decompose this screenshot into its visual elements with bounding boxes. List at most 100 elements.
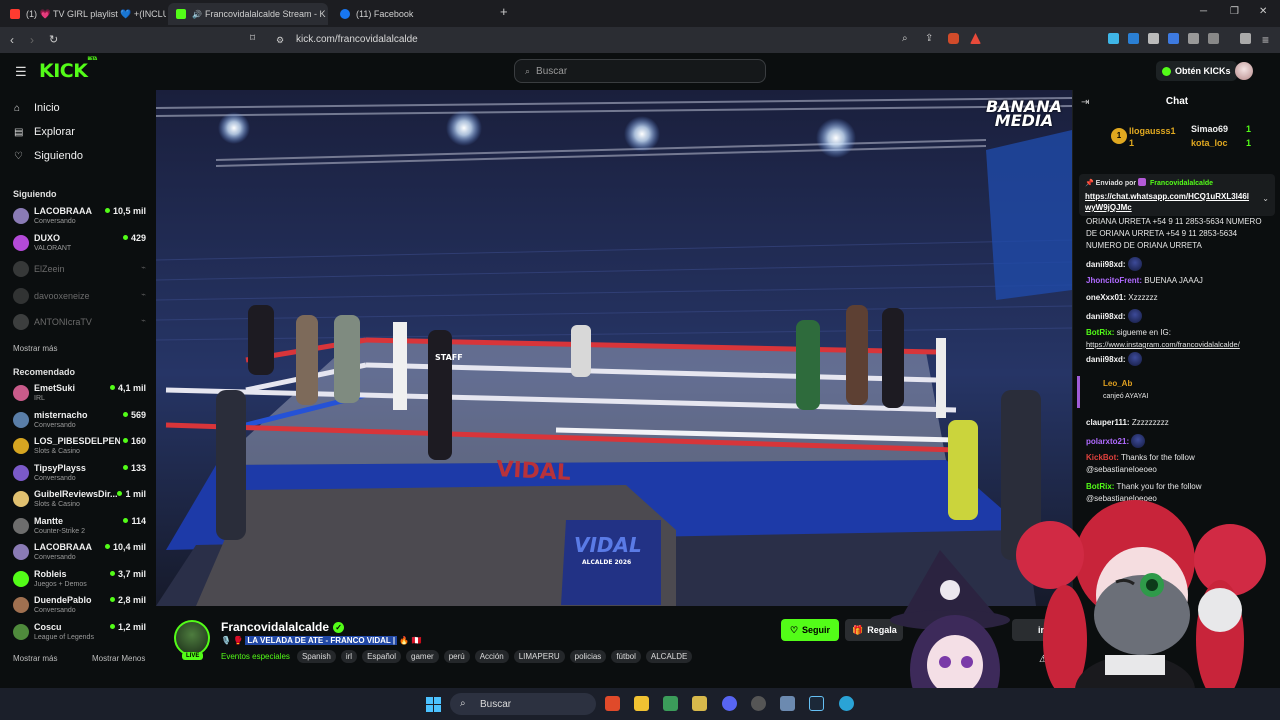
video-frame: VIDAL STAFF VIDAL ALCALDE 2026 <box>156 90 1072 606</box>
report-icon[interactable]: ⚠ <box>1039 654 1048 665</box>
nav-siguiendo[interactable]: ♡ Siguiendo <box>14 150 83 162</box>
brave-rewards-icon[interactable] <box>970 33 981 44</box>
kick-logo[interactable]: KICKBETA <box>39 56 97 82</box>
steam-icon[interactable] <box>809 696 824 711</box>
close-window-button[interactable]: ✕ <box>1259 6 1267 17</box>
windows-start-icon[interactable] <box>426 697 441 712</box>
tag-chip[interactable]: gamer <box>406 650 439 663</box>
new-tab-button[interactable]: + <box>500 4 508 19</box>
channel-item[interactable]: TipsyPlayss Conversando 133 <box>13 462 146 486</box>
channel-item[interactable]: GuibelReviewsDir... Slots & Casino 1 mil <box>13 488 146 512</box>
channel-item[interactable]: DuendePablo Conversando 2,8 mil <box>13 594 146 618</box>
show-less-link[interactable]: Mostrar Menos <box>92 654 145 663</box>
file-explorer-icon[interactable] <box>634 696 649 711</box>
follow-button[interactable]: ♡ Seguir <box>781 619 839 641</box>
category-link[interactable]: Eventos especiales <box>221 652 290 661</box>
chat-username[interactable]: Leo_Ab <box>1103 379 1132 388</box>
brave-shield-icon[interactable] <box>948 33 959 44</box>
channel-item[interactable]: ANTONIcraTV ⌁ <box>13 311 146 335</box>
channel-item[interactable]: davooxeneize ⌁ <box>13 285 146 309</box>
channel-item[interactable]: ElZeein ⌁ <box>13 258 146 282</box>
leaderboard-user-2[interactable]: Simao69 <box>1191 124 1228 134</box>
channel-item[interactable]: misternacho Conversando 569 <box>13 409 146 433</box>
streamer-avatar[interactable] <box>174 620 210 656</box>
extension-icon-1[interactable] <box>1108 33 1119 44</box>
channel-item[interactable]: LACOBRAAA Conversando 10,5 mil <box>13 205 146 229</box>
extension-icon-3[interactable] <box>1148 33 1159 44</box>
hamburger-menu-icon[interactable]: ☰ <box>15 64 27 80</box>
browser-tab-kick[interactable]: 🔊 Francovidalalcalde Stream - K ✕ <box>168 3 328 25</box>
user-avatar[interactable] <box>1235 62 1253 80</box>
channel-item[interactable]: LACOBRAAA Conversando 10,4 mil <box>13 541 146 565</box>
chevron-down-icon[interactable]: ⌄ <box>1262 194 1269 203</box>
channel-item[interactable]: Coscu League of Legends 1,2 mil <box>13 621 146 645</box>
menu-icon[interactable]: ≡ <box>1262 33 1269 47</box>
leaderboard-user-3[interactable]: kota_loc <box>1191 138 1228 148</box>
chat-link[interactable]: https://www.instagram.com/francovidalalc… <box>1086 340 1240 349</box>
maximize-button[interactable]: ❐ <box>1230 6 1239 17</box>
leaderboard-user-1[interactable]: llogausss1 <box>1129 126 1176 136</box>
tag-chip[interactable]: policias <box>569 650 607 663</box>
get-kicks-button[interactable]: Obtén KICKs <box>1156 61 1237 81</box>
extension-icon-2[interactable] <box>1128 33 1139 44</box>
app-icon-1[interactable] <box>663 696 678 711</box>
app-icon-4[interactable] <box>839 696 854 711</box>
share-icon[interactable]: ⇪ <box>925 33 933 44</box>
chat-username[interactable]: oneXxx01: <box>1086 293 1126 302</box>
browser-tab-youtube[interactable]: (1) 💗 TV GIRL playlist 💙 +(INCLUD <box>2 3 166 25</box>
close-tab-icon[interactable]: ✕ <box>326 9 328 20</box>
show-more-following-link[interactable]: Mostrar más <box>13 344 57 353</box>
back-icon[interactable]: ‹ <box>10 33 14 47</box>
minimize-button[interactable]: ─ <box>1200 6 1207 17</box>
media-icon[interactable] <box>1240 33 1251 44</box>
gift-button[interactable]: 🎁 Regala <box>845 619 903 641</box>
streamer-name[interactable]: Francovidalalcalde ✓ <box>221 620 345 634</box>
channel-item[interactable]: LOS_PIBESDELPEN... Slots & Casino 160 <box>13 435 146 459</box>
taskbar-search[interactable]: ⌕ Buscar <box>450 693 596 715</box>
tag-chip[interactable]: Español <box>362 650 401 663</box>
url-field[interactable]: kick.com/francovidalalcalde <box>296 34 418 45</box>
app-icon-2[interactable] <box>692 696 707 711</box>
tag-chip[interactable]: perú <box>443 650 470 663</box>
bookmark-icon[interactable]: ⌑ <box>250 33 255 44</box>
pinned-message[interactable]: 📌 Enviado por Francovidalalcalde https:/… <box>1079 174 1275 216</box>
channel-item[interactable]: EmetSuki IRL 4,1 mil <box>13 382 146 406</box>
zoom-icon[interactable]: ⌕ <box>902 33 908 44</box>
brave-taskbar-icon[interactable] <box>605 696 620 711</box>
tag-chip[interactable]: Acción <box>474 650 509 663</box>
channel-item[interactable]: Mantte Counter-Strike 2 114 <box>13 515 146 539</box>
forward-icon[interactable]: › <box>30 33 34 47</box>
subscribe-button[interactable]: irse <box>1012 619 1060 641</box>
extension-icon-4[interactable] <box>1168 33 1179 44</box>
channel-item[interactable]: Robleis Juegos + Demos 3,7 mil <box>13 568 146 592</box>
chat-username[interactable]: KickBot: <box>1086 453 1119 462</box>
tag-chip[interactable]: Spanish <box>296 650 336 663</box>
chat-username[interactable]: danii98xd: <box>1086 312 1126 321</box>
chat-username[interactable]: polarxto21: <box>1086 437 1129 446</box>
chat-username[interactable]: BotRix: <box>1086 328 1114 337</box>
chat-username[interactable]: BotRix: <box>1086 482 1114 491</box>
discord-icon[interactable] <box>722 696 737 711</box>
tag-chip[interactable]: irl <box>340 650 358 663</box>
show-more-link[interactable]: Mostrar más <box>13 654 57 663</box>
chat-username[interactable]: danii98xd: <box>1086 355 1126 364</box>
chat-username[interactable]: clauper111: <box>1086 418 1130 427</box>
browser-tab-facebook[interactable]: (11) Facebook <box>332 3 492 25</box>
nav-inicio[interactable]: ⌂ Inicio <box>14 102 60 114</box>
channel-item[interactable]: DUXO VALORANT 429 <box>13 232 146 256</box>
app-icon-3[interactable] <box>751 696 766 711</box>
nav-explorar[interactable]: ▤ Explorar <box>14 126 75 138</box>
tag-chip[interactable]: LIMAPERU <box>513 650 565 663</box>
search-input[interactable]: ⌕ Buscar <box>514 59 766 83</box>
chat-username[interactable]: danii98xd: <box>1086 260 1126 269</box>
video-player[interactable]: VIDAL STAFF VIDAL ALCALDE 2026 BANANA ME… <box>156 90 1072 606</box>
puzzle-icon[interactable] <box>1188 33 1199 44</box>
pinned-link[interactable]: https://chat.whatsapp.com/HCQ1uRXL3l46lw… <box>1085 191 1253 213</box>
chat-username[interactable]: JhoncitoFrent: <box>1086 276 1142 285</box>
tag-chip[interactable]: ALCALDE <box>645 650 693 663</box>
settings-icon[interactable] <box>780 696 795 711</box>
site-info-icon[interactable]: ⚙ <box>276 35 284 46</box>
sidebar-icon[interactable] <box>1208 33 1219 44</box>
tag-chip[interactable]: fútbol <box>611 650 641 663</box>
reload-icon[interactable]: ↻ <box>49 33 58 46</box>
